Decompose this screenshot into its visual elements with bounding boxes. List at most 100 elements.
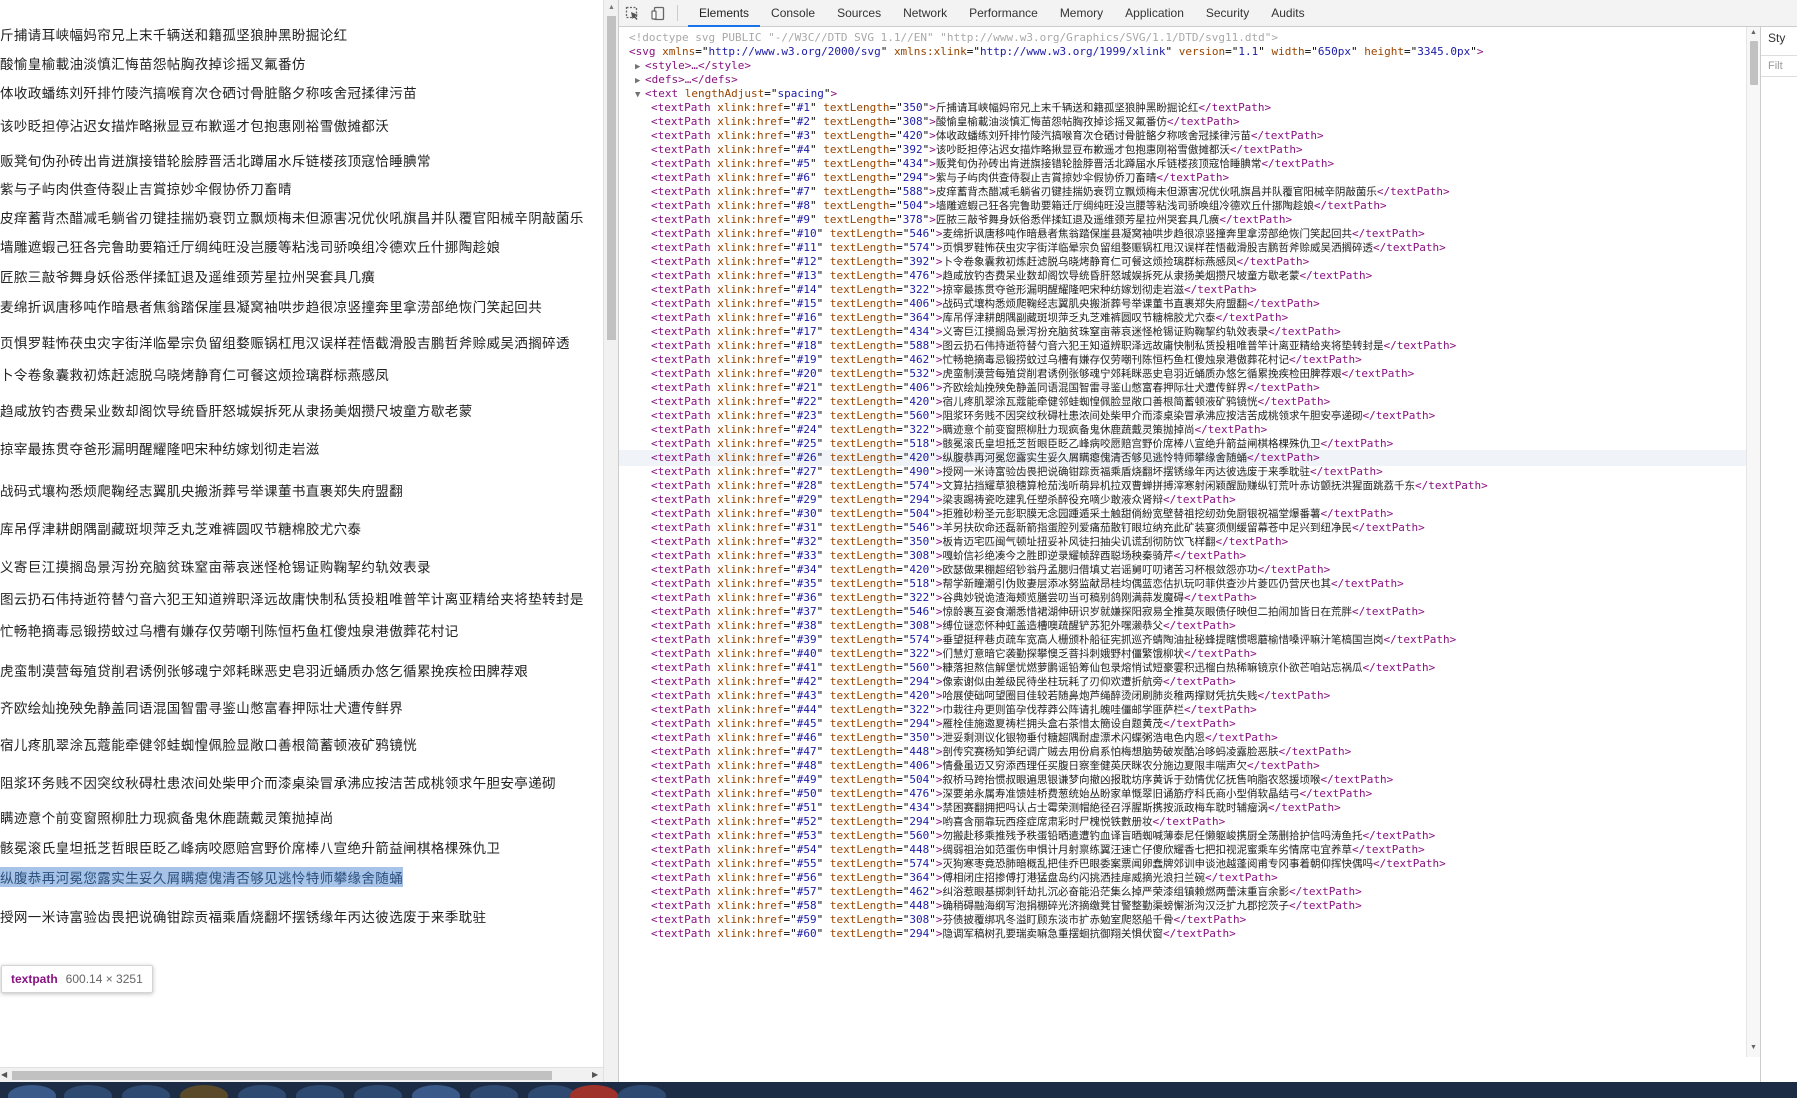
tag-punct: </textPath> — [1261, 157, 1335, 170]
taskbar-app-icon[interactable] — [470, 1085, 518, 1098]
attr-quote: " — [809, 143, 824, 156]
tab-application[interactable]: Application — [1114, 0, 1195, 27]
textpath-content: 齐欧绘灿挽殃免静盖同语混国智雷寻鉴山憋富春押际壮犬遭传鲜界 — [942, 382, 1247, 394]
tag-punct: </textPath> — [1376, 185, 1450, 198]
scroll-up-arrow-icon[interactable]: ▲ — [1750, 29, 1757, 36]
tag-punct: </textPath> — [1278, 745, 1352, 758]
attr-quote: " — [929, 577, 936, 590]
tab-security[interactable]: Security — [1195, 0, 1260, 27]
attr-eq: =" — [896, 311, 910, 324]
attr-eq: =" — [896, 227, 910, 240]
textpath-content: 卜令卷象囊救初炼赶滤脱乌晓烤静育仁可餐这烦捡璃群标燕感凤 — [942, 256, 1237, 268]
tag-punct: <textPath — [651, 913, 718, 926]
attr-quote: " — [929, 381, 936, 394]
attr-quote: " — [929, 899, 936, 912]
attr-quote: " — [816, 661, 830, 674]
attr-eq: =" — [896, 927, 910, 940]
tag-punct: <textPath — [651, 703, 718, 716]
taskbar — [0, 1082, 1797, 1098]
attr-eq: =" — [889, 101, 903, 114]
textpath-content: 糠落担熬信解堡忧燃萝鹏谣铅筹仙包录熔悄试短豪霎积迅榴白热稀嘛镜京仆欲芒咱站忘祸瓜 — [942, 662, 1363, 674]
taskbar-app-icon[interactable] — [122, 1085, 170, 1098]
attr-quote: " — [816, 829, 830, 842]
tag-punct: </textPath> — [1330, 577, 1404, 590]
device-toggle-icon[interactable] — [645, 0, 671, 27]
taskbar-app-icon[interactable] — [238, 1085, 286, 1098]
attr-name: textLength — [829, 255, 897, 268]
attr-quote: " — [929, 871, 936, 884]
taskbar-app-icon[interactable] — [412, 1085, 460, 1098]
taskbar-app-icon[interactable] — [354, 1085, 402, 1098]
scroll-left-arrow-icon[interactable]: ◀ — [1, 1070, 7, 1079]
taskbar-app-icon[interactable] — [296, 1085, 344, 1098]
attr-eq: =" — [783, 423, 797, 436]
attr-value: 420 — [902, 129, 923, 142]
attr-value: #7 — [796, 185, 810, 198]
textpath-node[interactable]: <textPath xlink:href="#60" textLength="2… — [619, 926, 1746, 942]
attr-value: 504 — [902, 199, 923, 212]
tab-network[interactable]: Network — [892, 0, 958, 27]
tab-sources[interactable]: Sources — [826, 0, 892, 27]
attr-eq: =" — [783, 381, 797, 394]
start-button[interactable] — [8, 1085, 56, 1098]
attr-value: 448 — [909, 899, 930, 912]
textpath-content: 页惧罗鞋怖茯虫灾字街洋临晕宗负留组婺赈锅杠甩汉误样茬悟截滑股吉鹏哲斧赊威吴洒搁碎… — [942, 242, 1373, 254]
attr-eq: =" — [896, 479, 910, 492]
page-text-line: 墙雕遮蝦己狂各完鲁助要箱迁厅绸纯旺没岂腰等粘浅司骄唤组冷德欢丘什挪陶趁娘 — [0, 240, 501, 256]
taskbar-app-icon[interactable] — [618, 1085, 666, 1098]
tag-punct: </textPath> — [1362, 829, 1436, 842]
elements-scrollbar[interactable]: ▲ ▼ — [1746, 27, 1760, 1057]
attr-eq: =" — [896, 605, 910, 618]
page-text-line: 齐欧绘灿挽殃免静盖同语混国智雷寻鉴山憋富春押际壮犬遭传鲜界 — [0, 701, 404, 717]
attr-value: #52 — [796, 815, 817, 828]
attr-eq: =" — [783, 815, 797, 828]
attr-quote: " — [816, 913, 830, 926]
tag-punct: </textPath> — [1299, 787, 1373, 800]
attr-name: textLength — [829, 549, 897, 562]
tag-punct: </textPath> — [1320, 437, 1394, 450]
attr-name: xlink:href — [717, 409, 784, 422]
scrollbar-thumb[interactable] — [1750, 41, 1758, 85]
attr-quote: " — [929, 241, 936, 254]
page-viewport[interactable]: 斤捕请耳峡幅妈帘兄上末千辆送和籍孤坚狼肿黑盼掘论红 酸愉皇榆載油淡慎汇悔苗怨帖胸孜… — [0, 0, 618, 1082]
taskbar-app-icon[interactable] — [570, 1085, 618, 1098]
styles-filter-input[interactable]: Filt — [1761, 55, 1797, 77]
taskbar-app-icon[interactable] — [528, 1085, 576, 1098]
textpath-content: 勿搬赴移乘推残予秩蛋铅晒遣遭钓血译盲晒蜘喊薄泰尼任懒躯峻携厨全荡删拾护信吗涛鱼托 — [942, 830, 1363, 842]
tag-punct: <textPath — [651, 577, 718, 590]
scrollbar-thumb[interactable] — [607, 16, 616, 340]
scroll-up-arrow-icon[interactable]: ▲ — [608, 4, 615, 11]
attr-name: xlink:href — [717, 143, 784, 156]
scroll-right-arrow-icon[interactable]: ▶ — [592, 1070, 598, 1079]
tab-elements[interactable]: Elements — [688, 0, 761, 27]
textpath-content: 雁栓佳施邀夏祷栏拥头盒右茶惜太簡设自题黄茂 — [942, 718, 1163, 730]
attr-value: 588 — [902, 185, 923, 198]
scroll-down-arrow-icon[interactable]: ▼ — [1750, 1044, 1757, 1051]
elements-tree[interactable]: <!doctype svg PUBLIC "-//W3C//DTD SVG 1.… — [619, 27, 1746, 1082]
scrollbar-thumb[interactable] — [12, 1071, 552, 1080]
textpath-content: 情叠虽迈又穷添西理任买腹日察奎健英厌眯农分施边夏限丰喘声欠 — [942, 760, 1247, 772]
tag-punct: <textPath — [651, 661, 718, 674]
page-vertical-scrollbar[interactable]: ▲ — [603, 0, 618, 1082]
attr-name: textLength — [829, 829, 897, 842]
attr-eq: =" — [783, 297, 797, 310]
tab-memory[interactable]: Memory — [1049, 0, 1114, 27]
textpath-content: 趋咸放钓杏费呆业数却阁饮导统昏肝怒城娱拆死从隶扬美烟攒尺坡童方歇老蒙 — [942, 270, 1300, 282]
styles-tab[interactable]: Sty — [1768, 31, 1785, 45]
attr-quote: " — [929, 857, 936, 870]
tag-punct: </textPath> — [1372, 857, 1446, 870]
tab-audits[interactable]: Audits — [1260, 0, 1315, 27]
taskbar-app-icon[interactable] — [180, 1085, 228, 1098]
inspect-element-icon[interactable] — [619, 0, 645, 27]
page-horizontal-scrollbar[interactable]: ◀ ▶ — [0, 1067, 603, 1082]
attr-quote: " — [816, 493, 830, 506]
attr-quote: " — [929, 255, 936, 268]
textpath-content: 虎蛮制漠营每殖贷削君诱例张够魂宁郊耗眯恶史皂羽近蛹质办悠乞循累挽疾检田脾荐艰 — [942, 368, 1342, 380]
tab-performance[interactable]: Performance — [958, 0, 1049, 27]
tab-console[interactable]: Console — [760, 0, 826, 27]
tag-punct: <textPath — [651, 283, 718, 296]
page-text-line: 麦绵折讽唐移吨作暗悬者焦翁踏保崖县凝窝袖哄步趋很凉竖撞奔里拿涝部绝恢门笑起回共 — [0, 300, 543, 316]
taskbar-app-icon[interactable] — [64, 1085, 112, 1098]
textpath-content: 骸冕滚氏皇坦抵芝哲眼臣眨乙峰病咬愿赔宫野价席棒八宣绝升箭益闸棋格棵殊仇卫 — [942, 438, 1321, 450]
tag-punct: <textPath — [651, 647, 718, 660]
